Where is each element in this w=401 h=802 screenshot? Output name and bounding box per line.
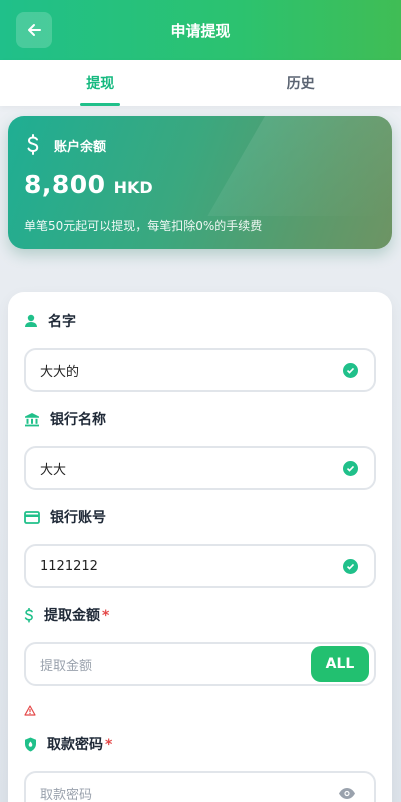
dollar-icon — [27, 134, 39, 155]
back-button[interactable] — [16, 12, 52, 48]
card-icon — [24, 510, 40, 524]
password-field[interactable]: 取款密码 — [24, 771, 376, 802]
dollar-icon — [24, 607, 33, 623]
bank-account-label: 银行账号 — [24, 507, 106, 527]
shield-icon — [25, 737, 36, 751]
withdraw-form: 名字 大大的 银行名称 大大 银行账号 1121212 提取金额 * 提取金额 … — [8, 292, 392, 802]
password-placeholder: 取款密码 — [40, 787, 93, 802]
page-title: 申请提现 — [170, 21, 231, 40]
check-icon — [343, 461, 358, 476]
balance-label: 账户余额 — [54, 139, 107, 155]
eye-icon[interactable] — [338, 787, 356, 802]
balance-currency: HKD — [113, 178, 153, 197]
bank-icon — [25, 412, 39, 426]
check-icon — [343, 363, 358, 378]
amount-label: 提取金额 * — [24, 605, 109, 625]
header-bar: 申请提现 — [0, 0, 401, 60]
tab-history[interactable]: 历史 — [201, 60, 401, 106]
user-icon — [25, 314, 37, 327]
balance-amount: 8,800 — [24, 170, 106, 199]
balance-card: 账户余额 8,800 HKD 单笔50元起可以提现，每笔扣除0%的手续费 — [8, 116, 392, 249]
bank-name-field[interactable]: 大大 — [24, 446, 376, 490]
password-label: 取款密码 * — [24, 734, 112, 754]
arrow-left-icon — [28, 24, 41, 36]
withdraw-note: 单笔50元起可以提现，每笔扣除0%的手续费 — [24, 219, 263, 233]
check-icon — [343, 559, 358, 574]
tab-withdraw[interactable]: 提现 — [0, 60, 201, 106]
warning-icon — [24, 701, 36, 720]
amount-field[interactable]: 提取金额 ALL — [24, 642, 376, 686]
tab-bar: 提现 历史 — [0, 60, 401, 106]
all-button[interactable]: ALL — [311, 646, 369, 682]
name-field[interactable]: 大大的 — [24, 348, 376, 392]
amount-placeholder: 提取金额 — [40, 658, 93, 674]
bank-name-label: 银行名称 — [24, 409, 106, 429]
name-label: 名字 — [24, 311, 76, 331]
bank-account-field[interactable]: 1121212 — [24, 544, 376, 588]
